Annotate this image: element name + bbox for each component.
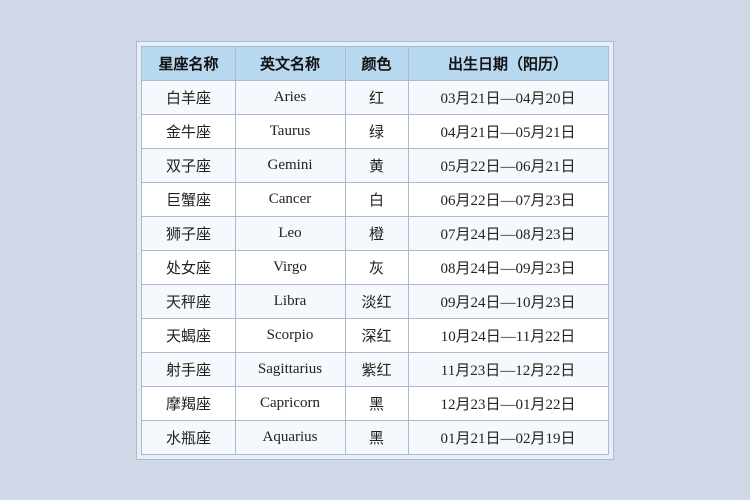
cell-chinese: 处女座 [142,250,235,284]
cell-chinese: 射手座 [142,352,235,386]
cell-color: 黑 [345,386,408,420]
table-row: 天蝎座Scorpio深红10月24日—11月22日 [142,318,608,352]
table-header-row: 星座名称 英文名称 颜色 出生日期（阳历） [142,46,608,80]
cell-english: Leo [235,216,345,250]
cell-color: 黑 [345,420,408,454]
cell-date: 04月21日—05月21日 [408,114,608,148]
table-row: 水瓶座Aquarius黑01月21日—02月19日 [142,420,608,454]
cell-date: 09月24日—10月23日 [408,284,608,318]
table-row: 金牛座Taurus绿04月21日—05月21日 [142,114,608,148]
zodiac-table: 星座名称 英文名称 颜色 出生日期（阳历） 白羊座Aries红03月21日—04… [141,46,608,455]
cell-chinese: 双子座 [142,148,235,182]
cell-color: 深红 [345,318,408,352]
cell-date: 11月23日—12月22日 [408,352,608,386]
table-row: 射手座Sagittarius紫红11月23日—12月22日 [142,352,608,386]
table-row: 白羊座Aries红03月21日—04月20日 [142,80,608,114]
cell-english: Scorpio [235,318,345,352]
cell-chinese: 水瓶座 [142,420,235,454]
cell-chinese: 狮子座 [142,216,235,250]
table-row: 巨蟹座Cancer白06月22日—07月23日 [142,182,608,216]
cell-date: 05月22日—06月21日 [408,148,608,182]
cell-color: 黄 [345,148,408,182]
cell-english: Gemini [235,148,345,182]
cell-color: 灰 [345,250,408,284]
table-row: 双子座Gemini黄05月22日—06月21日 [142,148,608,182]
cell-color: 紫红 [345,352,408,386]
table-row: 狮子座Leo橙07月24日—08月23日 [142,216,608,250]
cell-english: Sagittarius [235,352,345,386]
header-date: 出生日期（阳历） [408,46,608,80]
zodiac-table-container: 星座名称 英文名称 颜色 出生日期（阳历） 白羊座Aries红03月21日—04… [136,41,613,460]
cell-color: 淡红 [345,284,408,318]
cell-date: 12月23日—01月22日 [408,386,608,420]
cell-english: Cancer [235,182,345,216]
header-color: 颜色 [345,46,408,80]
cell-color: 橙 [345,216,408,250]
header-chinese: 星座名称 [142,46,235,80]
cell-date: 06月22日—07月23日 [408,182,608,216]
cell-chinese: 摩羯座 [142,386,235,420]
cell-color: 白 [345,182,408,216]
header-english: 英文名称 [235,46,345,80]
cell-english: Capricorn [235,386,345,420]
cell-date: 01月21日—02月19日 [408,420,608,454]
cell-date: 10月24日—11月22日 [408,318,608,352]
cell-date: 03月21日—04月20日 [408,80,608,114]
cell-english: Aquarius [235,420,345,454]
cell-date: 08月24日—09月23日 [408,250,608,284]
cell-chinese: 巨蟹座 [142,182,235,216]
cell-english: Virgo [235,250,345,284]
cell-color: 红 [345,80,408,114]
cell-date: 07月24日—08月23日 [408,216,608,250]
cell-chinese: 金牛座 [142,114,235,148]
cell-chinese: 白羊座 [142,80,235,114]
cell-english: Aries [235,80,345,114]
cell-english: Libra [235,284,345,318]
cell-english: Taurus [235,114,345,148]
cell-color: 绿 [345,114,408,148]
table-row: 摩羯座Capricorn黑12月23日—01月22日 [142,386,608,420]
cell-chinese: 天蝎座 [142,318,235,352]
table-row: 天秤座Libra淡红09月24日—10月23日 [142,284,608,318]
cell-chinese: 天秤座 [142,284,235,318]
table-row: 处女座Virgo灰08月24日—09月23日 [142,250,608,284]
